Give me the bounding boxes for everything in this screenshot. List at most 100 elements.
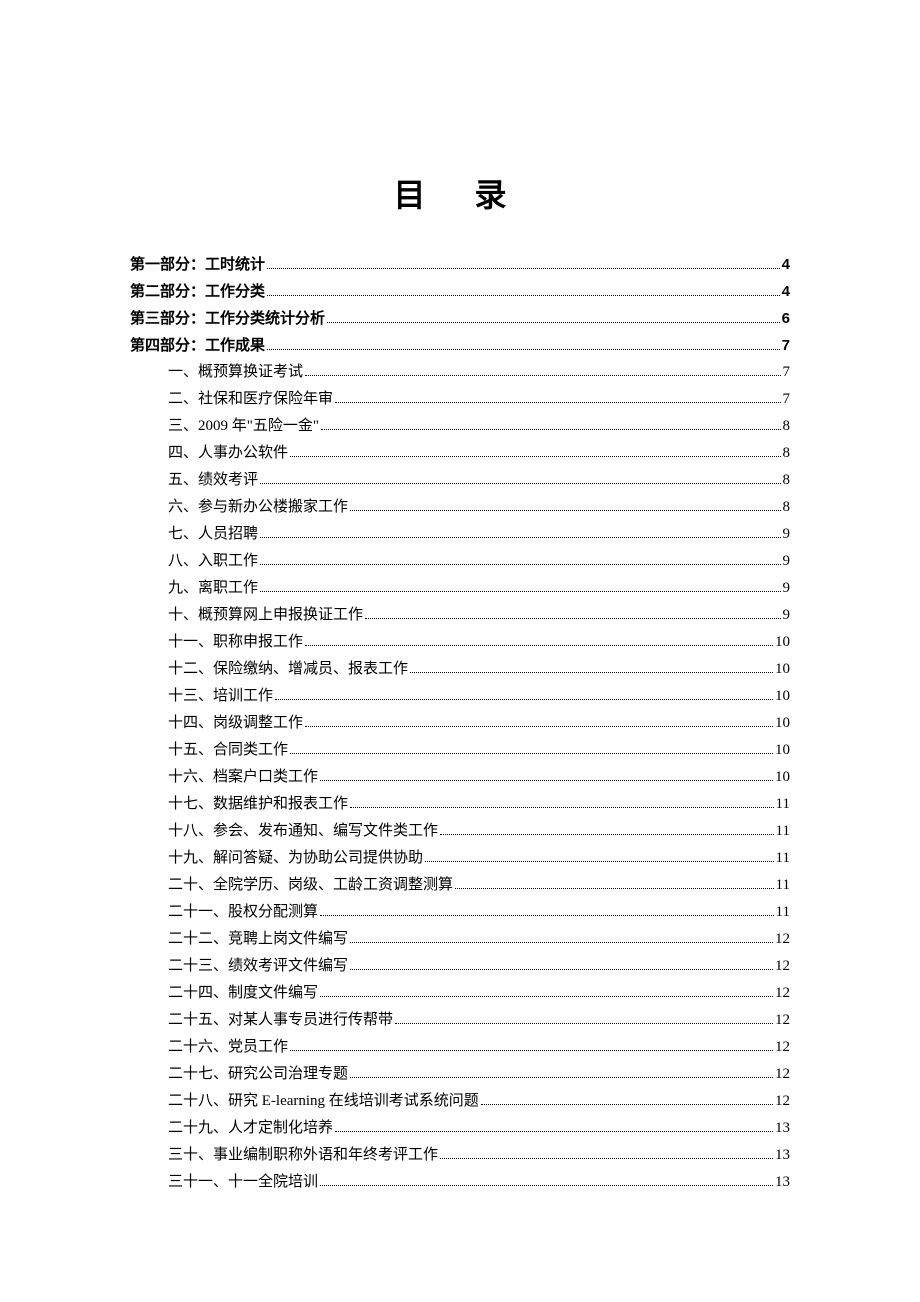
toc-dots-leader [350, 807, 774, 808]
toc-entry: 第一部分：工时统计4 [130, 251, 790, 278]
table-of-contents: 第一部分：工时统计4第二部分：工作分类4第三部分：工作分类统计分析6第四部分：工… [130, 251, 790, 1196]
toc-entry-label: 第一部分：工时统计 [130, 251, 265, 278]
toc-entry-label: 四、人事办公软件 [168, 440, 288, 467]
toc-entry-page: 11 [776, 845, 790, 872]
toc-entry-label: 十一、职称申报工作 [168, 629, 303, 656]
toc-dots-leader [350, 942, 773, 943]
toc-entry-label: 第二部分：工作分类 [130, 278, 265, 305]
toc-entry: 二十、全院学历、岗级、工龄工资调整测算 11 [130, 872, 790, 899]
toc-entry-page: 8 [783, 467, 791, 494]
toc-entry: 二十八、研究 E-learning 在线培训考试系统问题12 [130, 1088, 790, 1115]
toc-dots-leader [320, 1185, 773, 1186]
toc-entry: 九、离职工作9 [130, 575, 790, 602]
toc-entry-label: 三、2009 年"五险一金" [168, 413, 319, 440]
toc-dots-leader [260, 564, 780, 565]
toc-entry-page: 10 [775, 656, 790, 683]
toc-entry-label: 九、离职工作 [168, 575, 258, 602]
toc-dots-leader [410, 672, 773, 673]
toc-entry-label: 第三部分：工作分类统计分析 [130, 305, 325, 332]
toc-entry-label: 三十一、十一全院培训 [168, 1169, 318, 1196]
toc-entry-page: 11 [776, 899, 790, 926]
toc-entry-label: 六、参与新办公楼搬家工作 [168, 494, 348, 521]
toc-entry: 三、2009 年"五险一金"8 [130, 413, 790, 440]
toc-entry-label: 第四部分：工作成果 [130, 332, 265, 359]
toc-entry: 二十六、党员工作12 [130, 1034, 790, 1061]
toc-entry-label: 十四、岗级调整工作 [168, 710, 303, 737]
toc-entry-label: 十七、数据维护和报表工作 [168, 791, 348, 818]
toc-entry-page: 10 [775, 737, 790, 764]
toc-entry: 五、绩效考评8 [130, 467, 790, 494]
toc-entry-label: 十九、解问答疑、为协助公司提供协助 [168, 845, 423, 872]
toc-dots-leader [395, 1023, 773, 1024]
toc-entry-label: 三十、事业编制职称外语和年终考评工作 [168, 1142, 438, 1169]
toc-entry-label: 二十、全院学历、岗级、工龄工资调整测算 [168, 872, 453, 899]
toc-entry-page: 13 [775, 1169, 790, 1196]
toc-entry: 二十九、人才定制化培养13 [130, 1115, 790, 1142]
toc-dots-leader [440, 1158, 773, 1159]
toc-entry-page: 9 [783, 521, 791, 548]
toc-entry-page: 7 [783, 359, 791, 386]
toc-entry: 六、参与新办公楼搬家工作 8 [130, 494, 790, 521]
toc-dots-leader [350, 510, 780, 511]
toc-entry-label: 二十四、制度文件编写 [168, 980, 318, 1007]
toc-entry: 四、人事办公软件8 [130, 440, 790, 467]
toc-entry: 十一、职称申报工作 10 [130, 629, 790, 656]
toc-entry-page: 10 [775, 764, 790, 791]
toc-dots-leader [320, 996, 773, 997]
toc-entry-label: 二十二、竞聘上岗文件编写 [168, 926, 348, 953]
toc-entry: 七、人员招聘 9 [130, 521, 790, 548]
toc-dots-leader [320, 780, 773, 781]
toc-entry: 一、概预算换证考试7 [130, 359, 790, 386]
toc-entry-label: 七、人员招聘 [168, 521, 258, 548]
toc-entry-page: 13 [775, 1142, 790, 1169]
toc-dots-leader [260, 537, 780, 538]
toc-entry-page: 11 [776, 872, 790, 899]
toc-entry-page: 12 [775, 926, 790, 953]
toc-entry-page: 8 [783, 494, 791, 521]
toc-dots-leader [335, 1131, 773, 1132]
toc-entry: 十九、解问答疑、为协助公司提供协助 11 [130, 845, 790, 872]
toc-entry-label: 十三、培训工作 [168, 683, 273, 710]
toc-title: 目 录 [130, 170, 790, 216]
toc-entry: 二十一、股权分配测算11 [130, 899, 790, 926]
toc-dots-leader [321, 429, 781, 430]
toc-dots-leader [260, 591, 780, 592]
toc-entry: 十三、培训工作10 [130, 683, 790, 710]
toc-entry: 第四部分：工作成果7 [130, 332, 790, 359]
toc-entry-label: 二、社保和医疗保险年审 [168, 386, 333, 413]
toc-dots-leader [290, 753, 773, 754]
toc-dots-leader [327, 322, 780, 323]
toc-dots-leader [267, 349, 780, 350]
toc-entry-label: 十二、保险缴纳、增减员、报表工作 [168, 656, 408, 683]
toc-dots-leader [350, 969, 773, 970]
toc-entry-page: 9 [783, 548, 791, 575]
toc-entry: 十六、档案户口类工作 10 [130, 764, 790, 791]
toc-entry: 十五、合同类工作 10 [130, 737, 790, 764]
toc-entry: 十八、参会、发布通知、编写文件类工作11 [130, 818, 790, 845]
toc-entry-page: 13 [775, 1115, 790, 1142]
document-page: 目 录 第一部分：工时统计4第二部分：工作分类4第三部分：工作分类统计分析6第四… [0, 0, 920, 1276]
toc-dots-leader [350, 1077, 773, 1078]
toc-entry-label: 二十三、绩效考评文件编写 [168, 953, 348, 980]
toc-entry: 十二、保险缴纳、增减员、报表工作 10 [130, 656, 790, 683]
toc-entry-label: 二十七、研究公司治理专题 [168, 1061, 348, 1088]
toc-entry-page: 10 [775, 629, 790, 656]
toc-dots-leader [260, 483, 780, 484]
toc-entry: 十七、数据维护和报表工作11 [130, 791, 790, 818]
toc-entry-label: 十六、档案户口类工作 [168, 764, 318, 791]
toc-entry-page: 9 [783, 602, 791, 629]
toc-entry-label: 二十六、党员工作 [168, 1034, 288, 1061]
toc-dots-leader [275, 699, 773, 700]
toc-entry-label: 十八、参会、发布通知、编写文件类工作 [168, 818, 438, 845]
toc-dots-leader [290, 456, 780, 457]
toc-entry: 十四、岗级调整工作 10 [130, 710, 790, 737]
toc-dots-leader [440, 834, 774, 835]
toc-dots-leader [305, 375, 780, 376]
toc-entry-page: 10 [775, 710, 790, 737]
toc-entry-page: 12 [775, 980, 790, 1007]
toc-entry-page: 12 [775, 1088, 790, 1115]
toc-entry: 十、概预算网上申报换证工作9 [130, 602, 790, 629]
toc-entry-page: 12 [775, 953, 790, 980]
toc-entry-page: 4 [782, 278, 790, 305]
toc-entry-label: 十五、合同类工作 [168, 737, 288, 764]
